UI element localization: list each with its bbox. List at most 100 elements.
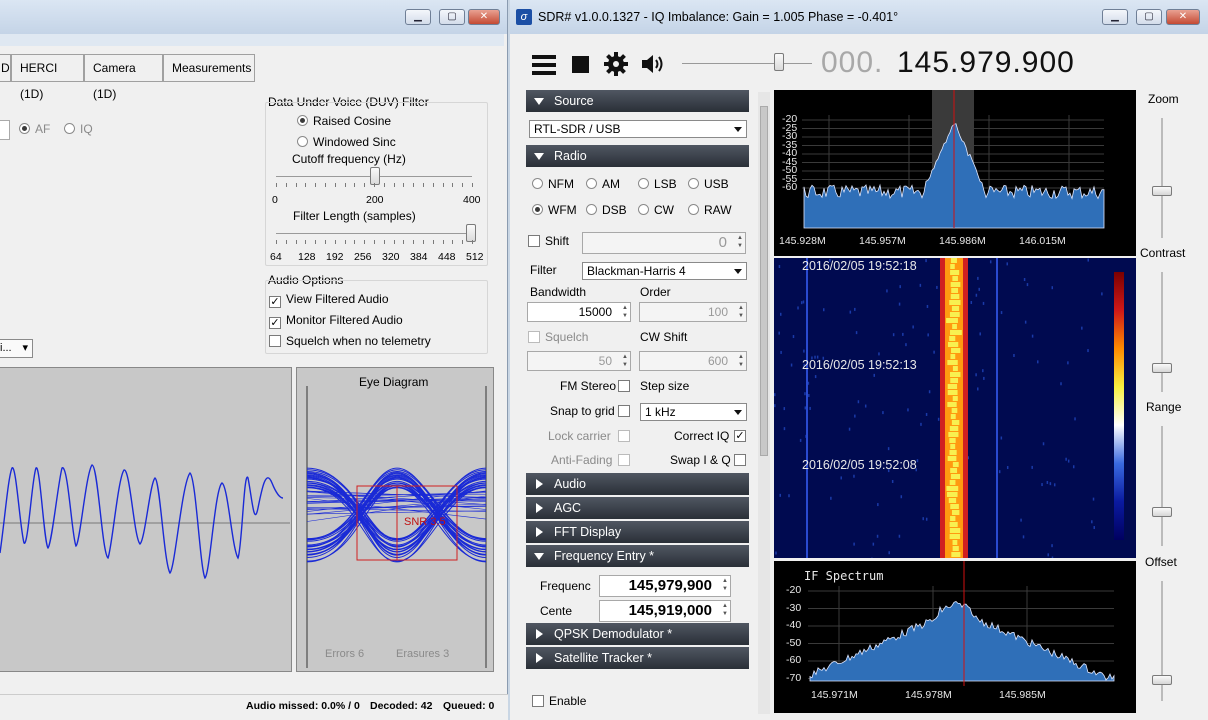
tab-camera[interactable]: Camera (1D) — [84, 54, 163, 101]
spectrum-panel[interactable]: -20 -25 -30 -35 -40 -45 -50 -55 -60 145.928M 145.… — [774, 90, 1136, 256]
windowed-sinc-radio[interactable]: Windowed Sinc — [297, 135, 396, 149]
errors-label: Errors 6 — [325, 648, 365, 660]
filter-combo[interactable]: Blackman-Harris 4 — [582, 262, 747, 280]
if-spectrum-panel[interactable]: IF Spectrum -20 -30 -40 -50 -60 -70 145.971M 1… — [774, 561, 1136, 713]
shift-checkbox[interactable]: Shift — [528, 234, 569, 248]
maximize-button[interactable]: ▢ — [439, 9, 465, 25]
menu-icon[interactable] — [532, 55, 556, 75]
minimize-button[interactable]: ▁ — [405, 9, 431, 25]
waterfall-speckle — [977, 387, 979, 391]
tab-d[interactable]: D — [0, 54, 11, 82]
zoom-slider-thumb[interactable] — [1152, 186, 1172, 196]
panel-scrollbar[interactable] — [758, 92, 770, 714]
waterfall-speckle — [788, 494, 790, 498]
cutoff-tick-mark — [315, 183, 317, 187]
gear-icon[interactable] — [604, 52, 628, 76]
contrast-slider-track[interactable] — [1161, 272, 1163, 392]
sdr-maximize-button[interactable]: ▢ — [1136, 9, 1162, 25]
mode-am[interactable]: AM — [586, 177, 620, 191]
mode-usb[interactable]: USB — [688, 177, 729, 191]
tab-measurements[interactable]: Measurements — [163, 54, 255, 82]
waterfall-speckle — [1053, 483, 1056, 487]
section-satellite-tracker[interactable]: Satellite Tracker * — [526, 647, 749, 669]
if-y-tick: -40 — [786, 619, 802, 631]
range-slider-track[interactable] — [1161, 426, 1163, 546]
waterfall-speckle — [876, 534, 879, 538]
correct-iq-label: Correct IQ — [674, 429, 730, 443]
waterfall-signal-core — [949, 438, 956, 443]
mode-cw[interactable]: CW — [638, 203, 674, 217]
length-slider-thumb[interactable] — [466, 224, 476, 242]
waterfall-signal-core — [952, 462, 959, 467]
anti-fading-checkbox[interactable] — [618, 454, 630, 466]
squelch-telemetry-checkbox[interactable]: Squelch when no telemetry — [269, 334, 431, 348]
cutoff-slider-thumb[interactable] — [370, 167, 380, 185]
order-input[interactable]: 100 — [639, 302, 747, 322]
correct-iq-checkbox[interactable]: ✓ — [734, 430, 746, 442]
radio-af[interactable]: AF — [19, 122, 50, 136]
close-button[interactable]: ✕ — [468, 9, 500, 25]
frequency-display[interactable]: 145.979.900 — [897, 46, 1075, 80]
swap-iq-checkbox[interactable] — [734, 454, 746, 466]
waterfall-speckle — [853, 542, 855, 546]
squelch-input[interactable]: 50 — [527, 351, 631, 371]
section-source[interactable]: Source — [526, 90, 749, 112]
zoom-slider-track[interactable] — [1161, 118, 1163, 238]
mode-raw[interactable]: RAW — [688, 203, 732, 217]
length-tick-mark — [383, 240, 385, 244]
waterfall-speckle — [1023, 278, 1026, 282]
section-qpsk[interactable]: QPSK Demodulator * — [526, 623, 749, 645]
section-frequency-entry[interactable]: Frequency Entry * — [526, 545, 749, 567]
truncated-dropdown[interactable]: i... ▾ — [0, 339, 33, 358]
snap-grid-checkbox[interactable] — [618, 405, 630, 417]
waterfall-panel[interactable]: 2016/02/05 19:52:18 2016/02/05 19:52:13 … — [774, 258, 1136, 558]
frequency-prefix[interactable]: 000. — [821, 46, 883, 80]
fm-stereo-checkbox[interactable] — [618, 380, 630, 392]
lock-carrier-checkbox[interactable] — [618, 430, 630, 442]
section-audio[interactable]: Audio — [526, 473, 749, 495]
squelch-checkbox[interactable]: Squelch — [528, 330, 588, 344]
frequency-entry-input[interactable]: 145,979,900 — [599, 575, 731, 597]
waterfall-speckle — [898, 534, 901, 538]
enable-checkbox[interactable]: Enable — [532, 694, 586, 708]
section-agc[interactable]: AGC — [526, 497, 749, 519]
sdr-minimize-button[interactable]: ▁ — [1102, 9, 1128, 25]
length-tick-mark — [393, 240, 395, 244]
source-combo[interactable]: RTL-SDR / USB — [529, 120, 747, 138]
waterfall-signal-core — [947, 342, 959, 347]
bandwidth-input[interactable]: 15000 — [527, 302, 631, 322]
cwshift-input[interactable]: 600 — [639, 351, 747, 371]
input-field-truncated[interactable] — [0, 120, 10, 140]
shift-input[interactable]: 0 — [582, 232, 746, 254]
radio-iq[interactable]: IQ — [64, 122, 93, 136]
raised-cosine-radio[interactable]: Raised Cosine — [297, 114, 391, 128]
volume-slider-track[interactable] — [682, 63, 812, 64]
range-slider-thumb[interactable] — [1152, 507, 1172, 517]
speaker-icon[interactable] — [640, 53, 666, 75]
panel-scrollbar-thumb[interactable] — [760, 106, 768, 456]
section-fft-display[interactable]: FFT Display — [526, 521, 749, 543]
cutoff-tick-200: 200 — [366, 194, 384, 206]
length-slider-track[interactable] — [276, 233, 472, 234]
waterfall-signal-core — [947, 402, 957, 407]
mode-lsb[interactable]: LSB — [638, 177, 677, 191]
tab-herci[interactable]: HERCI (1D) — [11, 54, 84, 101]
waterfall-signal-core — [952, 366, 958, 371]
mode-nfm[interactable]: NFM — [532, 177, 574, 191]
stop-icon[interactable] — [572, 56, 589, 73]
sdr-close-button[interactable]: ✕ — [1166, 9, 1200, 25]
length-tick-mark — [315, 240, 317, 244]
length-tick-label: 512 — [466, 251, 484, 263]
waterfall-speckle — [803, 349, 805, 353]
monitor-filtered-checkbox[interactable]: ✓ Monitor Filtered Audio — [269, 313, 403, 329]
offset-slider-thumb[interactable] — [1152, 675, 1172, 685]
volume-slider-thumb[interactable] — [774, 53, 784, 71]
mode-wfm[interactable]: WFM — [532, 203, 577, 217]
view-filtered-checkbox[interactable]: ✓ View Filtered Audio — [269, 292, 389, 308]
center-entry-input[interactable]: 145,919,000 — [599, 600, 731, 622]
center-entry-label: Cente — [540, 604, 573, 618]
section-radio[interactable]: Radio — [526, 145, 749, 167]
step-size-combo[interactable]: 1 kHz — [640, 403, 747, 421]
contrast-slider-thumb[interactable] — [1152, 363, 1172, 373]
mode-dsb[interactable]: DSB — [586, 203, 627, 217]
